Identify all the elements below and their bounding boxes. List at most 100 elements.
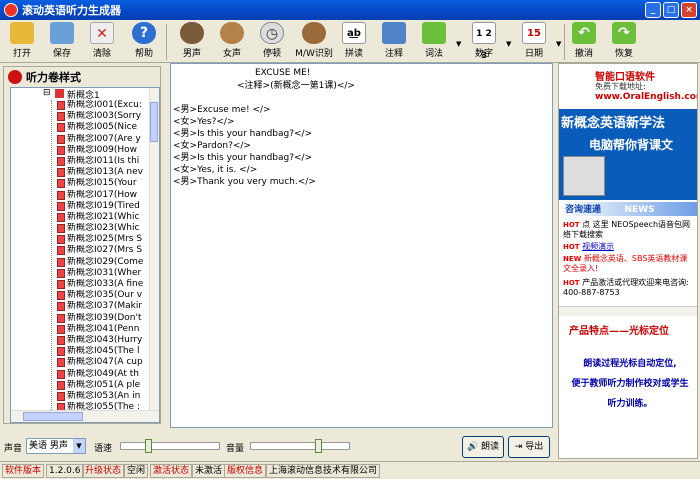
speed-slider[interactable]	[120, 439, 220, 453]
lesson-tree-item[interactable]: 新概念I015(Your	[11, 178, 159, 189]
lesson-tree-item[interactable]: 新概念I001(Excu:	[11, 100, 159, 111]
help-button[interactable]: ? 帮助	[124, 22, 164, 62]
speed-slider-thumb[interactable]	[145, 439, 152, 453]
lesson-tree-item[interactable]: 新概念I039(Don't	[11, 313, 159, 324]
lesson-tree-item[interactable]: 新概念I013(A nev	[11, 167, 159, 178]
document-icon	[57, 190, 65, 200]
lesson-tree-item[interactable]: 新概念I007(Are y	[11, 134, 159, 145]
document-icon	[57, 201, 65, 211]
lesson-tree-item[interactable]: 新概念I023(Whic	[11, 223, 159, 234]
male-voice-button[interactable]: 男声	[172, 22, 212, 62]
lesson-tree-item[interactable]: 新概念I047(A cup	[11, 357, 159, 368]
number-dropdown-icon[interactable]: ▼	[506, 40, 511, 48]
collapse-icon[interactable]: ⊟	[43, 88, 51, 98]
lesson-tree-item[interactable]: 新概念I019(Tired	[11, 201, 159, 212]
ad-banner-image[interactable]: 智能口语软件 免费下载地址: www.OralEnglish.com.cn 新概…	[559, 64, 697, 200]
editor-line: <注释>(新概念一第1课)</>	[237, 81, 355, 91]
chevron-down-icon[interactable]: ▼	[73, 439, 85, 453]
toolbar: 打开 保存 ✕ 清除 ? 帮助 男声 女声 ◷ 停顿 M/W识别 a͟b 拼读 …	[0, 20, 700, 63]
tree-hscroll-thumb[interactable]	[23, 412, 83, 421]
document-icon	[57, 134, 65, 144]
lesson-tree-item[interactable]: 新概念I021(Whic	[11, 212, 159, 223]
feature-line: 听力训练。	[607, 399, 653, 409]
lesson-tree-item[interactable]: 新概念I043(Hurry	[11, 335, 159, 346]
document-icon	[57, 235, 65, 245]
document-icon	[57, 324, 65, 334]
lesson-tree-item[interactable]: 新概念I025(Mrs S	[11, 234, 159, 245]
lesson-tree[interactable]: ⊟ 新概念1 新概念I001(Excu: 新概念I003(Sorry 新概念I005…	[10, 87, 160, 423]
document-icon	[57, 212, 65, 222]
editor-line: <男>Thank you very much.</>	[173, 177, 316, 187]
news-item[interactable]: HOT 视频演示	[563, 242, 691, 252]
ad-panel: 智能口语软件 免费下载地址: www.OralEnglish.com.cn 新概…	[558, 63, 698, 459]
lesson-tree-item[interactable]: 新概念I035(Our v	[11, 290, 159, 301]
vocab-button[interactable]: 词法	[414, 22, 454, 62]
voice-select[interactable]: 美语 男声 ▼	[26, 438, 86, 454]
news-item[interactable]: HOT 点 这里 NEOSpeech语音包网络下载搜索	[563, 220, 691, 240]
volume-slider-thumb[interactable]	[315, 439, 322, 453]
clock-icon: ◷	[260, 22, 284, 44]
lesson-tree-item[interactable]: 新概念I049(At th	[11, 369, 159, 380]
female-voice-button[interactable]: 女声	[212, 22, 252, 62]
redo-button[interactable]: ↷ 恢复	[604, 22, 644, 62]
document-icon	[57, 313, 65, 323]
document-icon	[57, 224, 65, 234]
laptop-icon	[563, 156, 605, 196]
volume-label: 音量	[226, 444, 245, 454]
lesson-tree-item[interactable]: 新概念I003(Sorry	[11, 111, 159, 122]
lesson-tree-item[interactable]: 新概念I005(Nice	[11, 122, 159, 133]
maximize-button[interactable]: □	[663, 2, 679, 18]
lesson-tree-item[interactable]: 新概念I053(An in	[11, 391, 159, 402]
tree-horizontal-scrollbar[interactable]	[11, 410, 159, 422]
number-button[interactable]: 1 2 3 数字	[464, 22, 504, 62]
save-icon	[50, 22, 74, 44]
tree-vertical-scrollbar[interactable]	[149, 88, 159, 410]
date-button[interactable]: 15 日期	[514, 22, 554, 62]
lesson-tree-item[interactable]: 新概念I045(The l	[11, 346, 159, 357]
spell-button[interactable]: a͟b 拼读	[334, 22, 374, 62]
volume-slider[interactable]	[250, 439, 350, 453]
playback-controls: 声音 美语 男声 ▼ 语速 音量 🔊 朗读 ⇥ 导出	[0, 436, 558, 458]
date-dropdown-icon[interactable]: ▼	[556, 40, 561, 48]
document-icon	[57, 168, 65, 178]
save-button[interactable]: 保存	[42, 22, 82, 62]
ad-scrollbar[interactable]	[559, 306, 697, 316]
minimize-button[interactable]: _	[645, 2, 661, 18]
document-icon	[57, 179, 65, 189]
document-icon	[57, 257, 65, 267]
undo-button[interactable]: ↶ 撤消	[564, 22, 604, 62]
news-item[interactable]: NEW 新概念英语、SBS英语教材课文全录入!	[563, 254, 691, 274]
lesson-tree-item[interactable]: 新概念I051(A ple	[11, 380, 159, 391]
female-icon	[220, 22, 244, 44]
tree-scroll-thumb[interactable]	[150, 102, 158, 142]
document-icon	[57, 358, 65, 368]
lesson-tree-item[interactable]: 新概念I011(Is thi	[11, 156, 159, 167]
tree-root-node[interactable]: ⊟ 新概念1	[11, 88, 159, 101]
news-item[interactable]: HOT 产品激活或代理欢迎来电咨询: 400-887-8753	[563, 278, 691, 298]
read-button[interactable]: 🔊 朗读	[462, 436, 504, 458]
pause-button[interactable]: ◷ 停顿	[252, 22, 292, 62]
title-bar: 滚动英语听力生成器 _ □ ×	[0, 0, 700, 20]
document-icon	[57, 291, 65, 301]
open-button[interactable]: 打开	[2, 22, 42, 62]
close-button[interactable]: ×	[681, 2, 697, 18]
lesson-tree-item[interactable]: 新概念I037(Makir	[11, 301, 159, 312]
feature-line: 朗读过程光标自动定位,	[583, 359, 677, 369]
lesson-tree-item[interactable]: 新概念I031(Wher	[11, 268, 159, 279]
clear-button[interactable]: ✕ 清除	[82, 22, 122, 62]
document-icon	[57, 302, 65, 312]
lesson-tree-item[interactable]: 新概念I033(A fine	[11, 279, 159, 290]
clear-icon: ✕	[90, 22, 114, 44]
book-icon	[55, 89, 64, 98]
lesson-tree-item[interactable]: 新概念I027(Mrs S	[11, 245, 159, 256]
lesson-tree-item[interactable]: 新概念I009(How	[11, 145, 159, 156]
lesson-tree-item[interactable]: 新概念I041(Penn	[11, 324, 159, 335]
lesson-tree-item[interactable]: 新概念I029(Come	[11, 257, 159, 268]
mw-detect-button[interactable]: M/W识别	[294, 22, 334, 62]
note-button[interactable]: 注释	[374, 22, 414, 62]
vocab-dropdown-icon[interactable]: ▼	[456, 40, 461, 48]
script-editor[interactable]: EXCUSE ME! <注释>(新概念一第1课)</> <男>Excuse me! …	[170, 63, 553, 428]
export-button[interactable]: ⇥ 导出	[508, 436, 550, 458]
lesson-tree-item[interactable]: 新概念I017(How	[11, 190, 159, 201]
folder-icon	[10, 22, 34, 44]
